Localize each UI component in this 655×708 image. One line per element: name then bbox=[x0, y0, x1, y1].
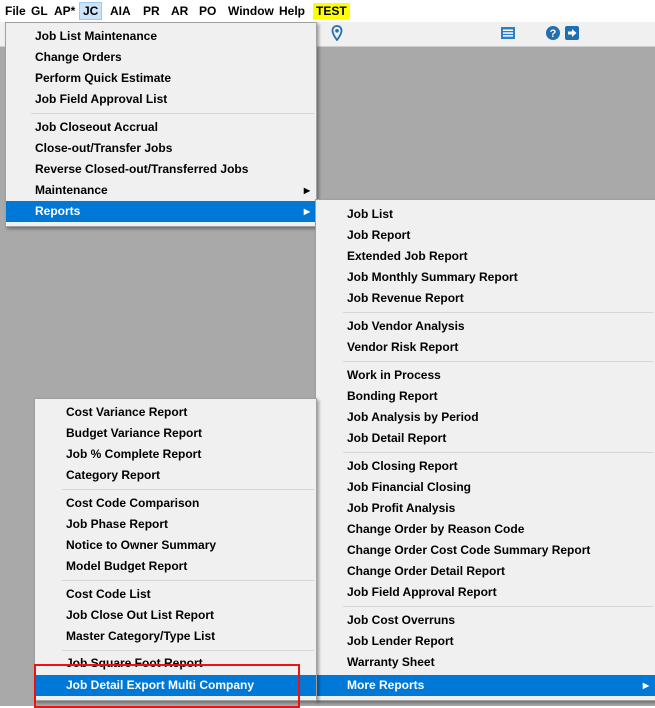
menu-item-job-vendor-analysis[interactable]: Job Vendor Analysis bbox=[316, 316, 655, 337]
menu-item-job-analysis-by-period[interactable]: Job Analysis by Period bbox=[316, 407, 655, 428]
menu-item-job-field-approval-report[interactable]: Job Field Approval Report bbox=[316, 582, 655, 603]
menu-item-job-detail-report[interactable]: Job Detail Report bbox=[316, 428, 655, 449]
menu-po[interactable]: PO bbox=[196, 3, 219, 19]
menu-item-job-lender-report[interactable]: Job Lender Report bbox=[316, 631, 655, 652]
menu-item-work-in-process[interactable]: Work in Process bbox=[316, 365, 655, 386]
menu-window[interactable]: Window bbox=[225, 3, 277, 19]
menu-item-change-order-by-reason-code[interactable]: Change Order by Reason Code bbox=[316, 519, 655, 540]
menu-separator bbox=[62, 580, 314, 581]
list-icon[interactable] bbox=[500, 25, 516, 41]
menu-item-job-closeout-accrual[interactable]: Job Closeout Accrual bbox=[6, 117, 316, 138]
menu-separator bbox=[343, 452, 653, 453]
menu-item-change-order-detail-report[interactable]: Change Order Detail Report bbox=[316, 561, 655, 582]
menu-separator bbox=[62, 650, 314, 651]
menu-item-job-list[interactable]: Job List bbox=[316, 204, 655, 225]
menu-item-job-closing-report[interactable]: Job Closing Report bbox=[316, 456, 655, 477]
menu-item-close-out-transfer-jobs[interactable]: Close-out/Transfer Jobs bbox=[6, 138, 316, 159]
menu-separator bbox=[62, 489, 314, 490]
menu-file[interactable]: File bbox=[2, 3, 29, 19]
menu-separator bbox=[343, 606, 653, 607]
submenu-arrow-icon: ▶ bbox=[303, 186, 310, 195]
menu-item-change-order-cost-code-summary[interactable]: Change Order Cost Code Summary Report bbox=[316, 540, 655, 561]
menu-pr[interactable]: PR bbox=[140, 3, 163, 19]
submenu-arrow-icon: ▶ bbox=[303, 207, 310, 216]
menu-item-master-category-type-list[interactable]: Master Category/Type List bbox=[35, 626, 316, 647]
menu-item-notice-to-owner-summary[interactable]: Notice to Owner Summary bbox=[35, 535, 316, 556]
test-badge: TEST bbox=[313, 3, 350, 19]
menu-item-category-report[interactable]: Category Report bbox=[35, 465, 316, 486]
menu-item-vendor-risk-report[interactable]: Vendor Risk Report bbox=[316, 337, 655, 358]
menu-item-job-field-approval-list[interactable]: Job Field Approval List bbox=[6, 89, 316, 110]
menu-item-budget-variance-report[interactable]: Budget Variance Report bbox=[35, 423, 316, 444]
menu-item-job-monthly-summary-report[interactable]: Job Monthly Summary Report bbox=[316, 267, 655, 288]
submenu-arrow-icon: ▶ bbox=[642, 681, 649, 690]
exit-icon[interactable] bbox=[564, 25, 580, 41]
menu-ar[interactable]: AR bbox=[168, 3, 191, 19]
menu-item-reports[interactable]: Reports ▶ bbox=[6, 201, 316, 222]
menu-item-model-budget-report[interactable]: Model Budget Report bbox=[35, 556, 316, 577]
menu-help[interactable]: Help bbox=[276, 3, 308, 19]
menu-item-change-orders[interactable]: Change Orders bbox=[6, 47, 316, 68]
menu-bar: File GL AP* JC AIA PR AR PO Window Help … bbox=[0, 0, 655, 22]
menu-item-cost-code-list[interactable]: Cost Code List bbox=[35, 584, 316, 605]
menu-item-job-revenue-report[interactable]: Job Revenue Report bbox=[316, 288, 655, 309]
menu-jc[interactable]: JC bbox=[78, 2, 103, 20]
menu-aia[interactable]: AIA bbox=[107, 3, 134, 19]
svg-text:?: ? bbox=[550, 28, 557, 40]
menu-item-extended-job-report[interactable]: Extended Job Report bbox=[316, 246, 655, 267]
menu-item-job-close-out-list-report[interactable]: Job Close Out List Report bbox=[35, 605, 316, 626]
menu-item-job-cost-overruns[interactable]: Job Cost Overruns bbox=[316, 610, 655, 631]
menu-item-label: Reports bbox=[35, 204, 81, 218]
menu-item-job-report[interactable]: Job Report bbox=[316, 225, 655, 246]
reports-submenu: Job List Job Report Extended Job Report … bbox=[315, 199, 655, 701]
jc-dropdown-menu: Job List Maintenance Change Orders Perfo… bbox=[5, 22, 317, 227]
more-reports-submenu: Cost Variance Report Budget Variance Rep… bbox=[34, 398, 317, 701]
highlight-annotation-box bbox=[34, 664, 300, 708]
menu-separator bbox=[343, 361, 653, 362]
menu-item-more-reports[interactable]: More Reports ▶ bbox=[316, 675, 655, 696]
menu-item-label: More Reports bbox=[347, 678, 425, 692]
menu-ap[interactable]: AP* bbox=[51, 3, 78, 19]
menu-item-label: Maintenance bbox=[35, 183, 108, 197]
location-pin-icon[interactable] bbox=[329, 25, 345, 42]
menu-item-bonding-report[interactable]: Bonding Report bbox=[316, 386, 655, 407]
menu-item-perform-quick-estimate[interactable]: Perform Quick Estimate bbox=[6, 68, 316, 89]
menu-item-maintenance[interactable]: Maintenance ▶ bbox=[6, 180, 316, 201]
menu-item-job-financial-closing[interactable]: Job Financial Closing bbox=[316, 477, 655, 498]
help-icon[interactable]: ? bbox=[545, 25, 561, 41]
menu-gl[interactable]: GL bbox=[28, 3, 51, 19]
menu-separator bbox=[31, 113, 314, 114]
menu-item-reverse-closed-out-jobs[interactable]: Reverse Closed-out/Transferred Jobs bbox=[6, 159, 316, 180]
menu-item-job-profit-analysis[interactable]: Job Profit Analysis bbox=[316, 498, 655, 519]
menu-item-cost-variance-report[interactable]: Cost Variance Report bbox=[35, 402, 316, 423]
menu-separator bbox=[343, 312, 653, 313]
menu-item-job-phase-report[interactable]: Job Phase Report bbox=[35, 514, 316, 535]
menu-item-job-list-maintenance[interactable]: Job List Maintenance bbox=[6, 26, 316, 47]
menu-item-warranty-sheet[interactable]: Warranty Sheet bbox=[316, 652, 655, 673]
menu-item-cost-code-comparison[interactable]: Cost Code Comparison bbox=[35, 493, 316, 514]
menu-item-job-percent-complete-report[interactable]: Job % Complete Report bbox=[35, 444, 316, 465]
